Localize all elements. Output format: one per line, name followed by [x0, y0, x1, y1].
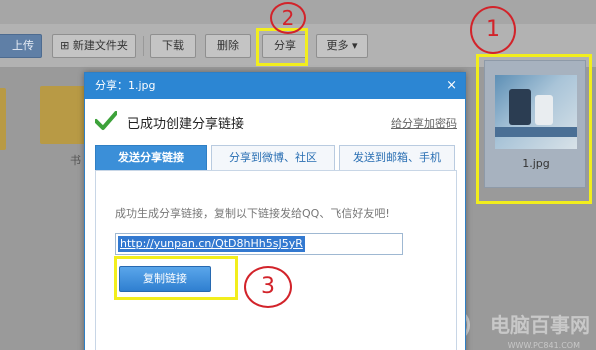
folder-icon[interactable] — [40, 86, 86, 144]
new-folder-label: 新建文件夹 — [72, 39, 128, 52]
upload-label: 上传 — [12, 39, 34, 52]
share-link-value: http://yunpan.cn/QtD8hHh5sJ5yR — [118, 236, 305, 252]
upload-button[interactable]: 上传 — [0, 34, 42, 58]
close-icon[interactable]: × — [446, 78, 457, 94]
new-folder-icon: ⊞ — [60, 39, 73, 52]
chevron-down-icon: ▾ — [348, 39, 358, 52]
step-3-marker: 3 — [244, 266, 292, 308]
new-folder-button[interactable]: ⊞ 新建文件夹 — [52, 34, 136, 58]
success-row: 已成功创建分享链接 给分享加密码 — [95, 109, 457, 133]
share-button-highlight — [256, 28, 308, 66]
toolbar-divider — [143, 36, 144, 56]
folder-icon[interactable] — [0, 88, 6, 150]
watermark-text: 电脑百事网 — [490, 313, 590, 337]
more-button[interactable]: 更多 ▾ — [316, 34, 368, 58]
delete-label: 删除 — [217, 39, 239, 52]
image-file-highlight — [476, 54, 592, 204]
more-label: 更多 — [326, 39, 349, 52]
step-2-marker: 2 — [270, 2, 306, 34]
share-dialog: 分享：1.jpg × 已成功创建分享链接 给分享加密码 发送分享链接 分享到微博… — [84, 72, 466, 350]
check-icon — [95, 111, 117, 130]
share-hint: 成功生成分享链接，复制以下链接发给QQ、飞信好友吧! — [115, 207, 390, 220]
share-link-field[interactable]: http://yunpan.cn/QtD8hHh5sJ5yR — [115, 233, 403, 255]
folder-label: 书 — [70, 154, 81, 167]
dialog-title: 分享：1.jpg — [85, 73, 465, 99]
watermark-url: WWW.PC841.COM — [507, 341, 580, 350]
delete-button[interactable]: 删除 — [205, 34, 251, 58]
step-1-marker: 1 — [470, 6, 516, 54]
add-password-link[interactable]: 给分享加密码 — [391, 115, 457, 131]
share-tabs: 发送分享链接 分享到微博、社区 发送到邮箱、手机 — [95, 145, 455, 171]
tab-send-email[interactable]: 发送到邮箱、手机 — [339, 145, 455, 171]
success-message: 已成功创建分享链接 — [127, 117, 245, 132]
download-button[interactable]: 下载 — [150, 34, 196, 58]
tab-share-weibo[interactable]: 分享到微博、社区 — [211, 145, 335, 171]
download-label: 下载 — [162, 39, 184, 52]
tab-send-link[interactable]: 发送分享链接 — [95, 145, 207, 171]
copy-button-highlight — [114, 256, 238, 300]
